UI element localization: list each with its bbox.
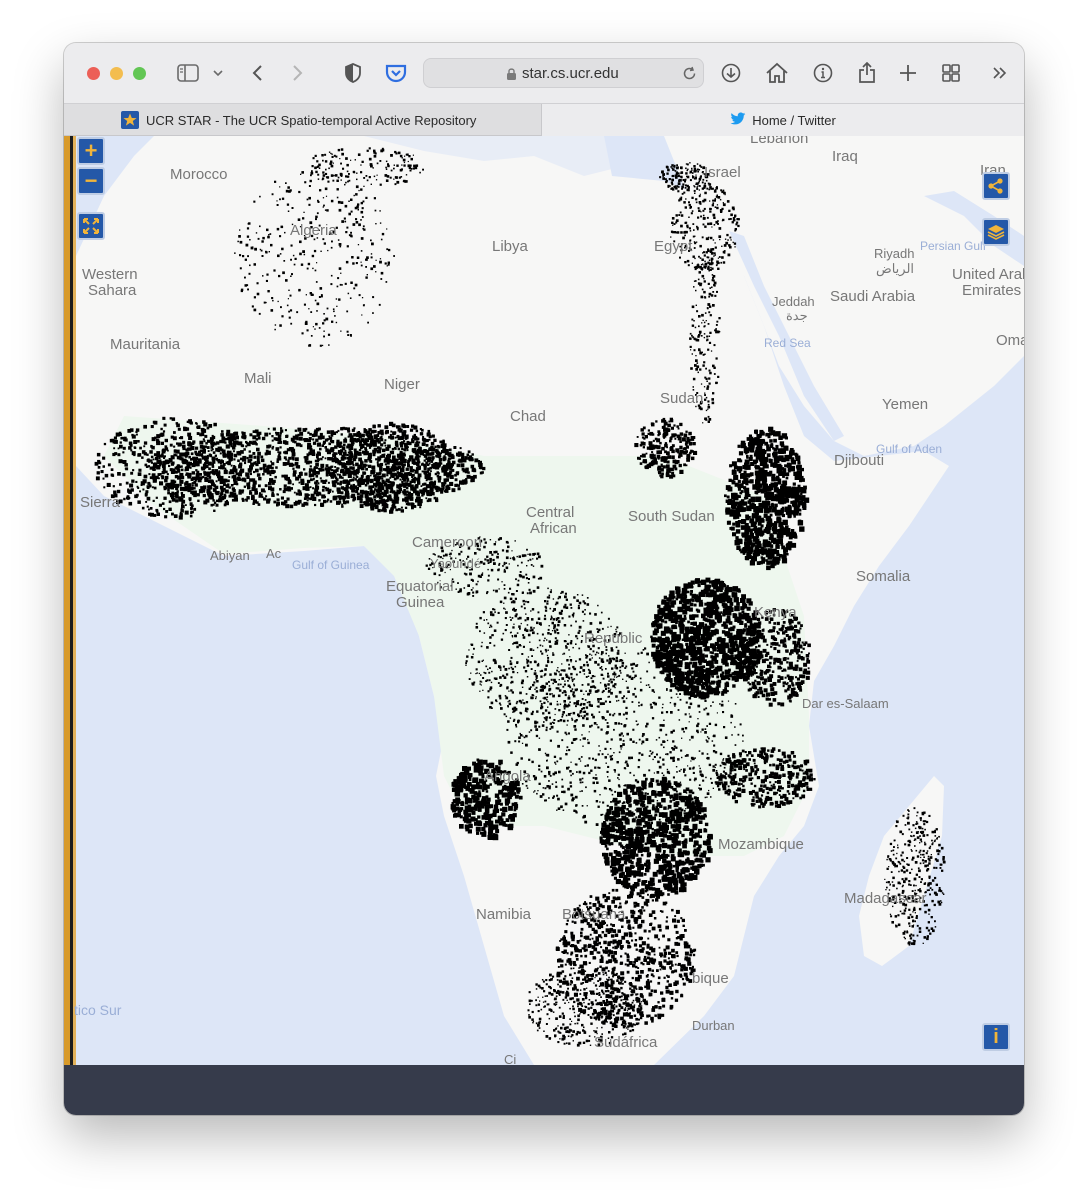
label-yemen: Yemen xyxy=(882,396,929,413)
label-gulf-guinea: Gulf of Guinea xyxy=(292,558,370,572)
share-icon[interactable] xyxy=(856,61,878,85)
map-edge xyxy=(64,136,76,1065)
label-persian-gulf: Persian Gulf xyxy=(920,239,987,253)
label-gulf-aden: Gulf of Aden xyxy=(876,442,943,456)
address-bar[interactable]: star.cs.ucr.edu xyxy=(423,58,704,88)
share-nodes-icon xyxy=(988,178,1003,194)
download-icon[interactable] xyxy=(720,61,742,85)
label-african: African xyxy=(530,520,577,537)
url-text: star.cs.ucr.edu xyxy=(522,65,619,82)
label-riyadh: Riyadh xyxy=(874,246,915,261)
tab-label: Home / Twitter xyxy=(752,112,836,128)
label-oman: Oman xyxy=(996,332,1024,349)
label-uae-1: United Arab xyxy=(952,266,1024,283)
label-niger: Niger xyxy=(384,376,420,393)
close-button[interactable] xyxy=(87,67,100,80)
label-morocco: Morocco xyxy=(170,166,228,183)
tab-twitter[interactable]: Home / Twitter xyxy=(542,104,1024,136)
label-libya: Libya xyxy=(492,238,528,255)
label-lebanon: Lebanon xyxy=(750,136,809,147)
label-equatorial-2: Guinea xyxy=(396,594,445,611)
pocket-icon[interactable] xyxy=(384,61,408,85)
label-jeddah-ar: جدة xyxy=(786,308,808,323)
label-namibia: Namibia xyxy=(476,906,532,923)
back-icon[interactable] xyxy=(248,61,266,85)
zoom-out-button[interactable]: − xyxy=(77,167,105,195)
label-uae-2: Emirates xyxy=(962,282,1022,299)
label-egypt: Egypt xyxy=(654,238,693,255)
home-icon[interactable] xyxy=(764,61,790,85)
forward-icon[interactable] xyxy=(289,61,307,85)
zoom-button[interactable] xyxy=(133,67,146,80)
label-durban: Durban xyxy=(692,1018,735,1033)
label-yaounde: Yaoundé xyxy=(430,556,482,571)
label-angola: Angola xyxy=(484,768,531,785)
share-button[interactable] xyxy=(982,172,1010,200)
label-western-sahara-2: Sahara xyxy=(88,282,137,299)
label-south-africa: Sudáfrica xyxy=(594,1034,658,1051)
zoom-in-button[interactable]: + xyxy=(77,137,105,165)
info-icon[interactable] xyxy=(812,61,834,85)
label-equatorial-1: Equatorial xyxy=(386,578,454,595)
twitter-bird-icon xyxy=(730,112,746,129)
browser-window: star.cs.ucr.edu UCR STAR - The UCR Spati… xyxy=(64,43,1024,1115)
star-favicon xyxy=(121,111,139,129)
new-tab-icon[interactable] xyxy=(898,61,918,85)
shield-icon[interactable] xyxy=(342,61,364,85)
tab-ucr-star[interactable]: UCR STAR - The UCR Spatio-temporal Activ… xyxy=(64,104,542,136)
tab-bar: UCR STAR - The UCR Spatio-temporal Activ… xyxy=(64,103,1024,136)
browser-toolbar: star.cs.ucr.edu xyxy=(64,43,1024,103)
info-label: i xyxy=(993,1026,999,1048)
tab-label: UCR STAR - The UCR Spatio-temporal Activ… xyxy=(146,112,477,128)
label-dem-rep: Republic xyxy=(584,630,643,647)
label-cape: Ci xyxy=(504,1052,517,1065)
label-kenya: Kenya xyxy=(754,604,797,621)
expand-icon xyxy=(83,218,99,234)
info-button[interactable]: i xyxy=(982,1023,1010,1051)
label-accra: Ac xyxy=(266,546,282,561)
label-mauritania: Mauritania xyxy=(110,336,181,353)
minimize-button[interactable] xyxy=(110,67,123,80)
label-saudi-arabia: Saudi Arabia xyxy=(830,288,916,305)
label-iraq: Iraq xyxy=(832,148,858,165)
lock-icon xyxy=(506,67,517,86)
label-atlantic: tico Sur xyxy=(74,1002,122,1018)
label-red-sea: Red Sea xyxy=(764,336,811,350)
zoom-in-label: + xyxy=(84,138,98,163)
bottom-bar xyxy=(64,1065,1024,1115)
zoom-out-label: − xyxy=(84,168,98,193)
map-view[interactable]: Lebanon Morocco Iraq Israel Iran Algeria… xyxy=(64,136,1024,1065)
fullscreen-button[interactable] xyxy=(77,212,105,240)
sidebar-icon[interactable] xyxy=(176,61,200,85)
reload-icon[interactable] xyxy=(682,66,697,86)
label-south-sudan: South Sudan xyxy=(628,508,715,525)
chevron-down-icon[interactable] xyxy=(211,61,225,85)
label-botswana: Botsuana xyxy=(562,906,626,923)
label-central: Central xyxy=(526,504,575,521)
label-cameroon: Cameroon xyxy=(412,534,483,551)
label-somalia: Somalia xyxy=(856,568,911,585)
label-mozambique: Mozambique xyxy=(718,836,804,853)
label-riyadh-ar: الرياض xyxy=(876,261,915,276)
label-western-sahara-1: Western xyxy=(82,266,138,283)
label-dar-es-salaam: Dar es-Salaam xyxy=(802,696,889,711)
overflow-icon[interactable] xyxy=(990,61,1010,85)
label-israel: Israel xyxy=(704,164,741,181)
tab-overview-icon[interactable] xyxy=(940,61,962,85)
label-algeria: Algeria xyxy=(290,222,337,239)
label-jeddah: Jeddah xyxy=(772,294,815,309)
label-madagascar: Madagascar xyxy=(844,890,927,907)
label-sudan: Sudan xyxy=(660,390,704,407)
layers-button[interactable] xyxy=(982,218,1010,246)
label-mali: Mali xyxy=(244,370,272,387)
label-chad: Chad xyxy=(510,408,546,425)
label-djibouti: Djibouti xyxy=(834,452,885,469)
layers-icon xyxy=(987,225,1005,240)
label-mozambique-2: bique xyxy=(692,970,729,987)
label-abidjan: Abiyan xyxy=(210,548,250,563)
label-sierra: Sierra xyxy=(80,494,121,511)
